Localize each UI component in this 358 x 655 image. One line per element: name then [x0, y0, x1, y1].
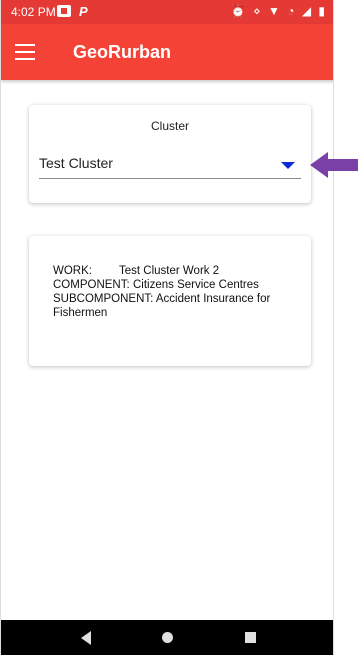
p-notification-icon: P: [79, 4, 88, 19]
status-icons: ⏰ ⋄ ▼ ◔ ◢ ▮: [230, 4, 327, 18]
info-text: WORK: Test Cluster Work 2 COMPONENT: Citiz…: [53, 264, 303, 320]
back-icon[interactable]: [81, 631, 91, 645]
dropdown-underline: [39, 178, 301, 179]
info-card: WORK: Test Cluster Work 2 COMPONENT: Citiz…: [29, 236, 311, 366]
cluster-selected-value: Test Cluster: [39, 155, 113, 171]
app-title: GeoRurban: [73, 42, 172, 62]
home-icon[interactable]: [162, 632, 173, 643]
work-key: WORK:: [53, 265, 92, 277]
phone-screen: 4:02 PM P ⏰ ⋄ ▼ ◔ ◢ ▮ GeoRurban Cluster …: [0, 0, 334, 655]
status-bar: 4:02 PM P ⏰ ⋄ ▼ ◔ ◢ ▮: [1, 0, 333, 24]
status-time: 4:02 PM: [11, 5, 56, 19]
component-key: COMPONENT:: [53, 279, 130, 291]
work-row: WORK: Test Cluster Work 2: [53, 264, 303, 278]
recents-icon[interactable]: [245, 632, 256, 643]
navigation-bar: [1, 620, 333, 655]
subcomponent-row: SUBCOMPONENT: Accident Insurance for Fis…: [53, 292, 303, 320]
work-value: Test Cluster Work 2: [119, 265, 220, 277]
pointer-arrow-icon: [310, 152, 358, 178]
component-value: Citizens Service Centres: [133, 279, 259, 291]
cluster-card: Cluster Test Cluster: [29, 105, 311, 203]
notification-icon: [57, 5, 71, 17]
cluster-dropdown[interactable]: Test Cluster: [39, 149, 301, 179]
dropdown-arrow-icon[interactable]: [281, 162, 295, 169]
subcomponent-key: SUBCOMPONENT:: [53, 293, 154, 305]
component-row: COMPONENT: Citizens Service Centres: [53, 278, 303, 292]
hamburger-menu-icon[interactable]: [15, 44, 35, 60]
app-bar: GeoRurban: [1, 24, 333, 80]
cluster-label: Cluster: [150, 119, 189, 133]
